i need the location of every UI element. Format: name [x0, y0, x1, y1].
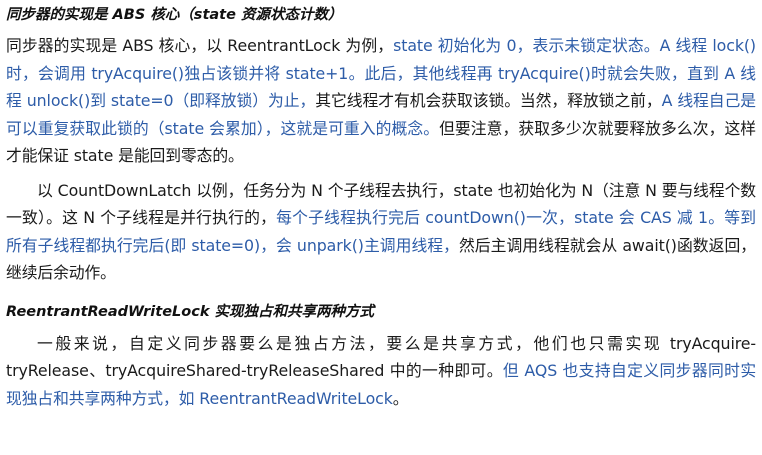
- document-page: 同步器的实现是 ABS 核心（state 资源状态计数） 同步器的实现是 ABS…: [0, 0, 762, 455]
- paragraph-reentrantlock: 同步器的实现是 ABS 核心，以 ReentrantLock 为例，state …: [6, 32, 756, 170]
- text-run: 同步器的实现是 ABS 核心，以 ReentrantLock 为例，: [6, 36, 394, 55]
- section-heading-readwritelock: ReentrantReadWriteLock 实现独占和共享两种方式: [6, 303, 375, 320]
- text-run: 其它线程才有机会获取该锁。当然，释放锁之前，: [315, 91, 662, 110]
- section-heading-state: 同步器的实现是 ABS 核心（state 资源状态计数）: [6, 7, 343, 23]
- text-run: 。: [392, 388, 409, 408]
- paragraph-countdownlatch: 以 CountDownLatch 以例，任务分为 N 个子线程去执行，state…: [6, 177, 756, 287]
- paragraph-aqs-modes: 一般来说，自定义同步器要么是独占方法，要么是共享方式，他们也只需实现 tryAc…: [6, 330, 756, 413]
